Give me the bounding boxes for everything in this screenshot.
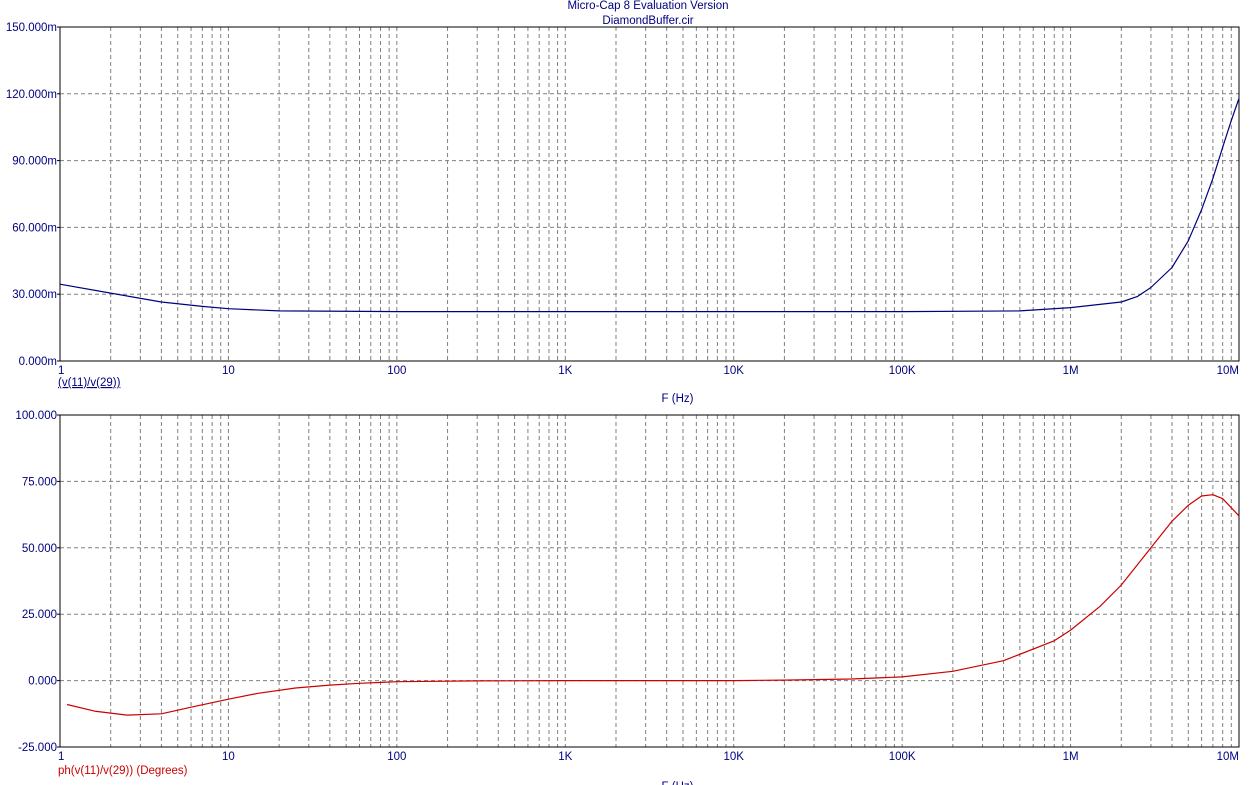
mag-y-tick-label: 60.000m (12, 222, 57, 234)
phase-y-tick-label: 0.000 (28, 676, 57, 688)
phase-y-tick-label: 75.000 (22, 476, 57, 488)
phase-x-tick-label: 10K (723, 751, 744, 763)
phase-y-tick-label: 100.000 (15, 410, 57, 422)
mag-x-tick-label: 10 (222, 365, 235, 377)
mag-y-tick-label: 30.000m (12, 289, 57, 301)
mag-x-tick-label: 10M (1217, 365, 1239, 377)
phase-x-tick-label: 1K (558, 751, 572, 763)
background (0, 0, 1254, 785)
mag-x-tick-label: 100 (387, 365, 406, 377)
mag-x-tick-label: 10K (723, 365, 744, 377)
mag-x-axis-title: F (Hz) (662, 393, 694, 405)
mag-x-tick-label: 1K (558, 365, 572, 377)
mag-y-tick-label: 0.000m (19, 356, 57, 368)
phase-x-tick-label: 10 (222, 751, 235, 763)
mag-x-tick-label: 1 (58, 365, 64, 377)
phase-y-tick-label: -25.000 (18, 742, 57, 754)
mag-legend-label: (v(11)/v(29)) (58, 377, 121, 389)
phase-x-tick-label: 100 (387, 751, 406, 763)
phase-y-tick-label: 25.000 (22, 609, 57, 621)
phase-x-tick-label: 10M (1217, 751, 1239, 763)
mag-y-tick-label: 90.000m (12, 156, 57, 168)
phase-x-tick-label: 1M (1063, 751, 1079, 763)
file-name: DiamondBuffer.cir (602, 15, 693, 27)
mag-y-tick-label: 120.000m (6, 89, 57, 101)
mag-x-tick-label: 100K (889, 365, 916, 377)
phase-y-tick-label: 50.000 (22, 543, 57, 555)
window-title: Micro-Cap 8 Evaluation Version (567, 0, 728, 12)
mag-y-tick-label: 150.000m (6, 22, 57, 34)
phase-x-tick-label: 1 (58, 751, 64, 763)
phase-x-tick-label: 100K (889, 751, 916, 763)
mag-x-tick-label: 1M (1063, 365, 1079, 377)
plot-window: Micro-Cap 8 Evaluation Version DiamondBu… (0, 0, 1254, 785)
phase-x-axis-title: F (Hz) (662, 781, 694, 785)
phase-legend-label: ph(v(11)/v(29)) (Degrees) (58, 765, 188, 777)
